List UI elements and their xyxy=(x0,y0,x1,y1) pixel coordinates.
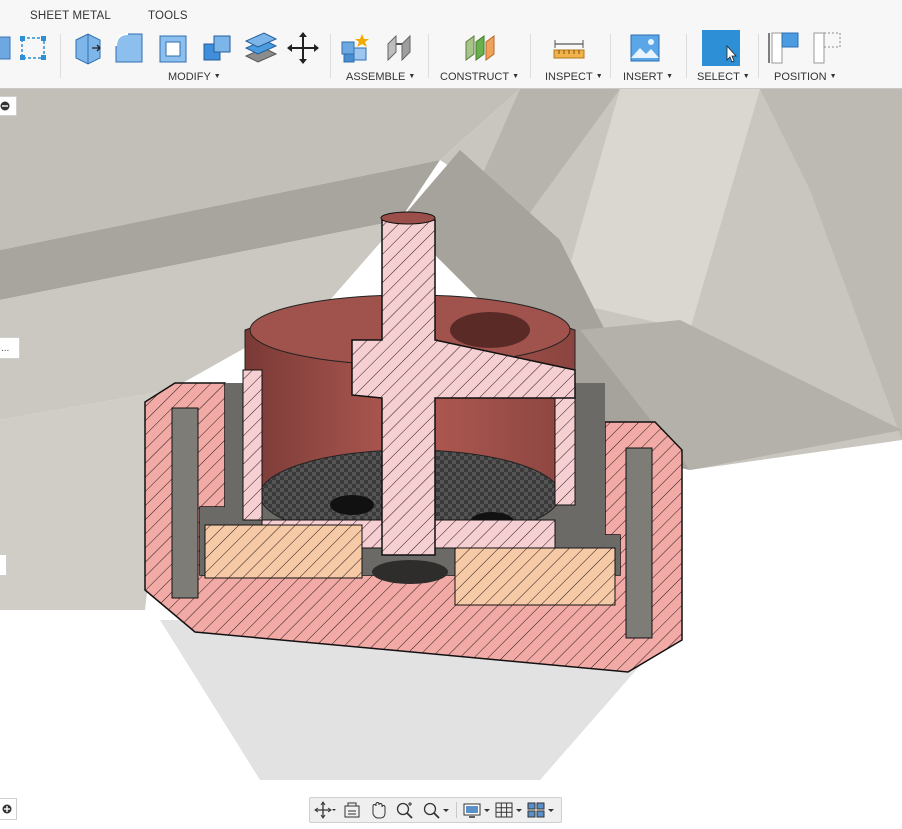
viewports-icon[interactable] xyxy=(526,801,556,819)
select-menu[interactable]: SELECT ▼ xyxy=(697,71,750,83)
tab-sheet-metal[interactable]: SHEET METAL xyxy=(30,10,111,22)
tab-tools[interactable]: TOOLS xyxy=(148,10,188,22)
toolbar-separator xyxy=(610,34,611,78)
orbit-icon[interactable] xyxy=(314,801,336,819)
assemble-group: ASSEMBLE ▼ xyxy=(336,30,424,86)
construct-menu[interactable]: CONSTRUCT ▼ xyxy=(440,71,519,83)
toolbar-separator xyxy=(758,34,759,78)
joint-icon[interactable] xyxy=(382,30,416,66)
combine-icon[interactable] xyxy=(200,30,234,66)
grid-settings-icon[interactable] xyxy=(494,801,524,819)
revert-position-icon[interactable] xyxy=(810,30,844,66)
toolbar-separator xyxy=(330,34,331,78)
capture-position-icon[interactable] xyxy=(766,30,800,66)
sketch-dimension-icon[interactable] xyxy=(16,30,50,66)
zoom-icon[interactable] xyxy=(394,801,416,819)
inspect-group: INSPECT ▼ xyxy=(540,30,604,86)
display-settings-icon[interactable] xyxy=(462,801,492,819)
insert-image-icon[interactable] xyxy=(628,30,662,66)
side-panel-tab-lower[interactable] xyxy=(0,554,7,576)
toolbar-separator xyxy=(530,34,531,78)
offset-face-icon[interactable] xyxy=(244,30,278,66)
pan-icon[interactable] xyxy=(368,801,390,819)
measure-icon[interactable] xyxy=(552,30,586,66)
canvas-viewport[interactable]: ... xyxy=(0,89,902,829)
select-cursor-icon[interactable] xyxy=(702,30,740,66)
side-tab-label: ... xyxy=(1,342,10,354)
new-component-icon[interactable] xyxy=(338,30,372,66)
midplane-icon[interactable] xyxy=(462,30,496,66)
toolbar: SHEET METAL TOOLS MODIFY ▼ ASSEMBLE ▼ CO… xyxy=(0,0,902,89)
select-group: SELECT ▼ xyxy=(694,30,754,86)
fillet-icon[interactable] xyxy=(112,30,146,66)
move-icon[interactable] xyxy=(286,30,320,66)
nav-separator xyxy=(456,802,457,818)
insert-menu[interactable]: INSERT ▼ xyxy=(623,71,673,83)
create-group-partial xyxy=(0,30,60,86)
toolbar-separator xyxy=(60,34,61,78)
position-group: POSITION ▼ xyxy=(766,30,852,86)
browser-panel-collapse[interactable] xyxy=(0,96,17,116)
toolbar-separator xyxy=(686,34,687,78)
position-menu[interactable]: POSITION ▼ xyxy=(774,71,837,83)
navigation-bar xyxy=(309,797,562,823)
fit-icon[interactable] xyxy=(420,801,450,819)
assemble-menu[interactable]: ASSEMBLE ▼ xyxy=(346,71,415,83)
model-render xyxy=(0,89,902,829)
comments-panel-expand[interactable] xyxy=(0,798,17,820)
modify-group: MODIFY ▼ xyxy=(68,30,326,86)
modify-menu[interactable]: MODIFY ▼ xyxy=(168,71,221,83)
inspect-menu[interactable]: INSPECT ▼ xyxy=(545,71,603,83)
look-at-icon[interactable] xyxy=(342,801,364,819)
shell-icon[interactable] xyxy=(156,30,190,66)
plus-circle-icon xyxy=(2,804,12,814)
minus-circle-icon xyxy=(0,101,10,111)
side-panel-tab[interactable]: ... xyxy=(0,337,20,359)
construct-group: CONSTRUCT ▼ xyxy=(436,30,526,86)
toolbar-separator xyxy=(428,34,429,78)
insert-group: INSERT ▼ xyxy=(618,30,678,86)
press-pull-icon[interactable] xyxy=(70,30,104,66)
